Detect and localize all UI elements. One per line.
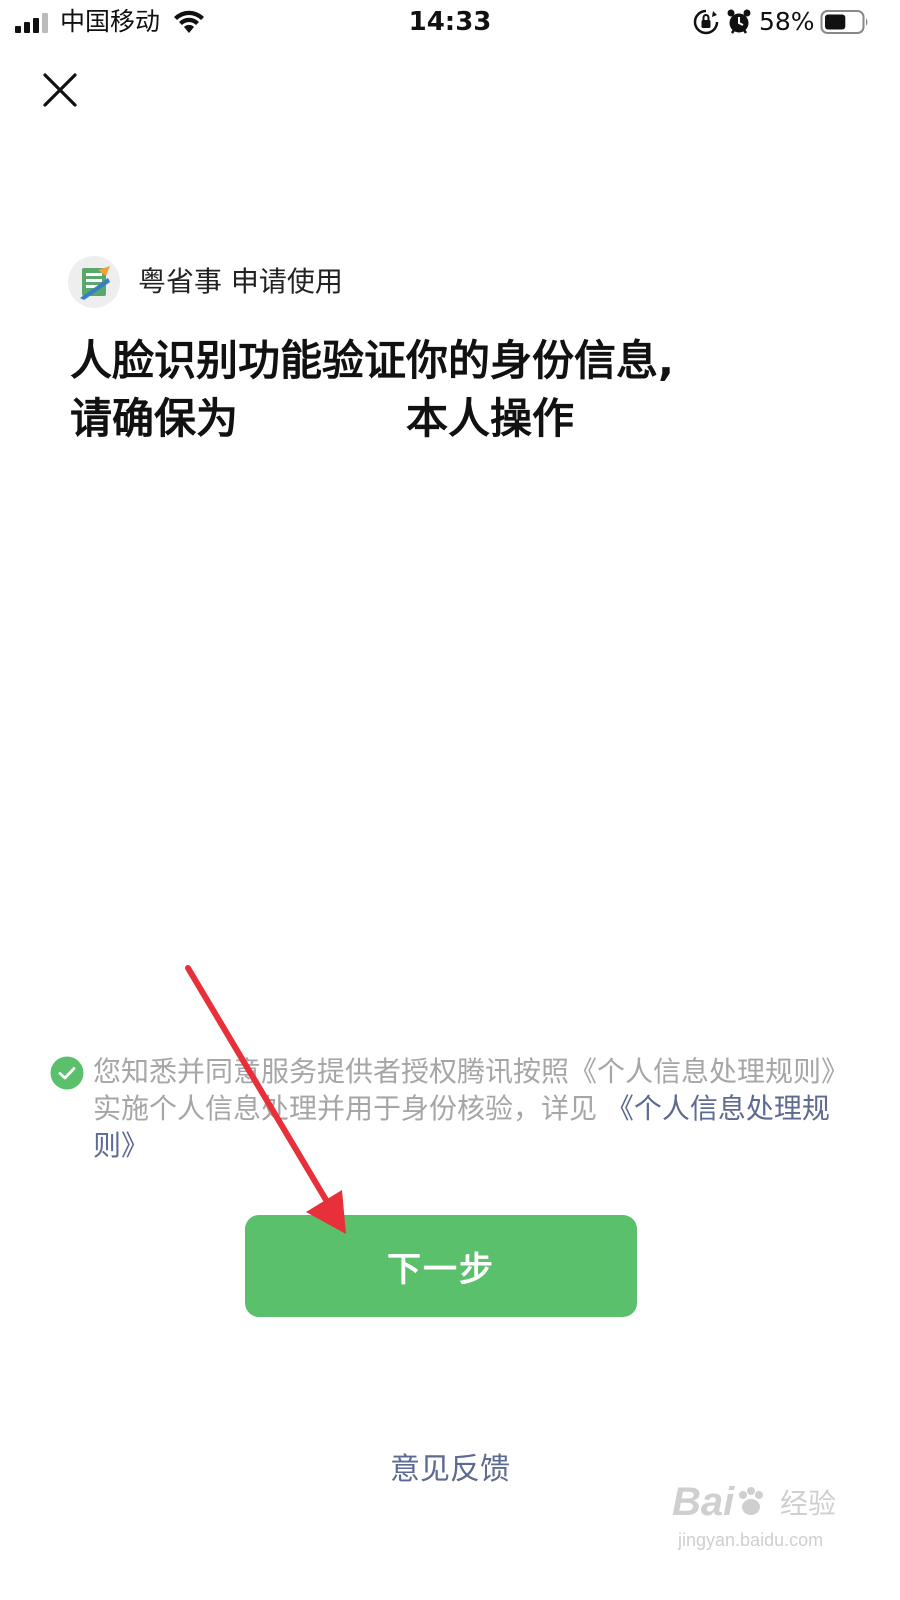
app-logo bbox=[68, 256, 120, 308]
next-step-button[interactable]: 下一步 bbox=[245, 1215, 637, 1317]
watermark-url: jingyan.baidu.com bbox=[678, 1530, 824, 1550]
app-request-label: 粤省事 申请使用 bbox=[138, 265, 343, 298]
title-line-2-end: 本人操作 bbox=[406, 394, 575, 443]
status-bar: 中国移动 14:33 58% bbox=[0, 0, 900, 46]
close-icon[interactable] bbox=[38, 68, 82, 112]
paw-icon bbox=[739, 1487, 764, 1515]
next-step-label: 下一步 bbox=[387, 1249, 495, 1290]
agreement-checkbox[interactable] bbox=[50, 1056, 84, 1090]
watermark-brand: Bai bbox=[672, 1478, 768, 1526]
battery-fill bbox=[825, 14, 846, 30]
baidu-jingyan-watermark: Bai 经验 jingyan.baidu.com bbox=[672, 1478, 842, 1558]
page-title: 人脸识别功能验证你的身份信息, 请确保为 本人操作 bbox=[70, 332, 830, 448]
annotation-arrow-icon bbox=[185, 965, 346, 1234]
agreement-text: 您知悉并同意服务提供者授权腾讯按照《个人信息处理规则》实施个人信息处理并用于身份… bbox=[93, 1053, 838, 1164]
orientation-lock-icon bbox=[693, 9, 719, 35]
yue-app-logo-icon bbox=[80, 266, 110, 300]
redacted-name bbox=[238, 390, 406, 448]
battery-percent: 58% bbox=[759, 7, 815, 36]
title-line-2: 请确保为 本人操作 bbox=[70, 390, 830, 448]
watermark-jingyan: 经验 bbox=[780, 1487, 837, 1520]
battery-icon bbox=[820, 10, 868, 34]
title-line-1: 人脸识别功能验证你的身份信息, bbox=[70, 336, 674, 385]
title-line-2-start: 请确保为 bbox=[70, 394, 239, 443]
alarm-icon bbox=[727, 9, 751, 34]
feedback-link[interactable]: 意见反馈 bbox=[390, 1452, 510, 1487]
